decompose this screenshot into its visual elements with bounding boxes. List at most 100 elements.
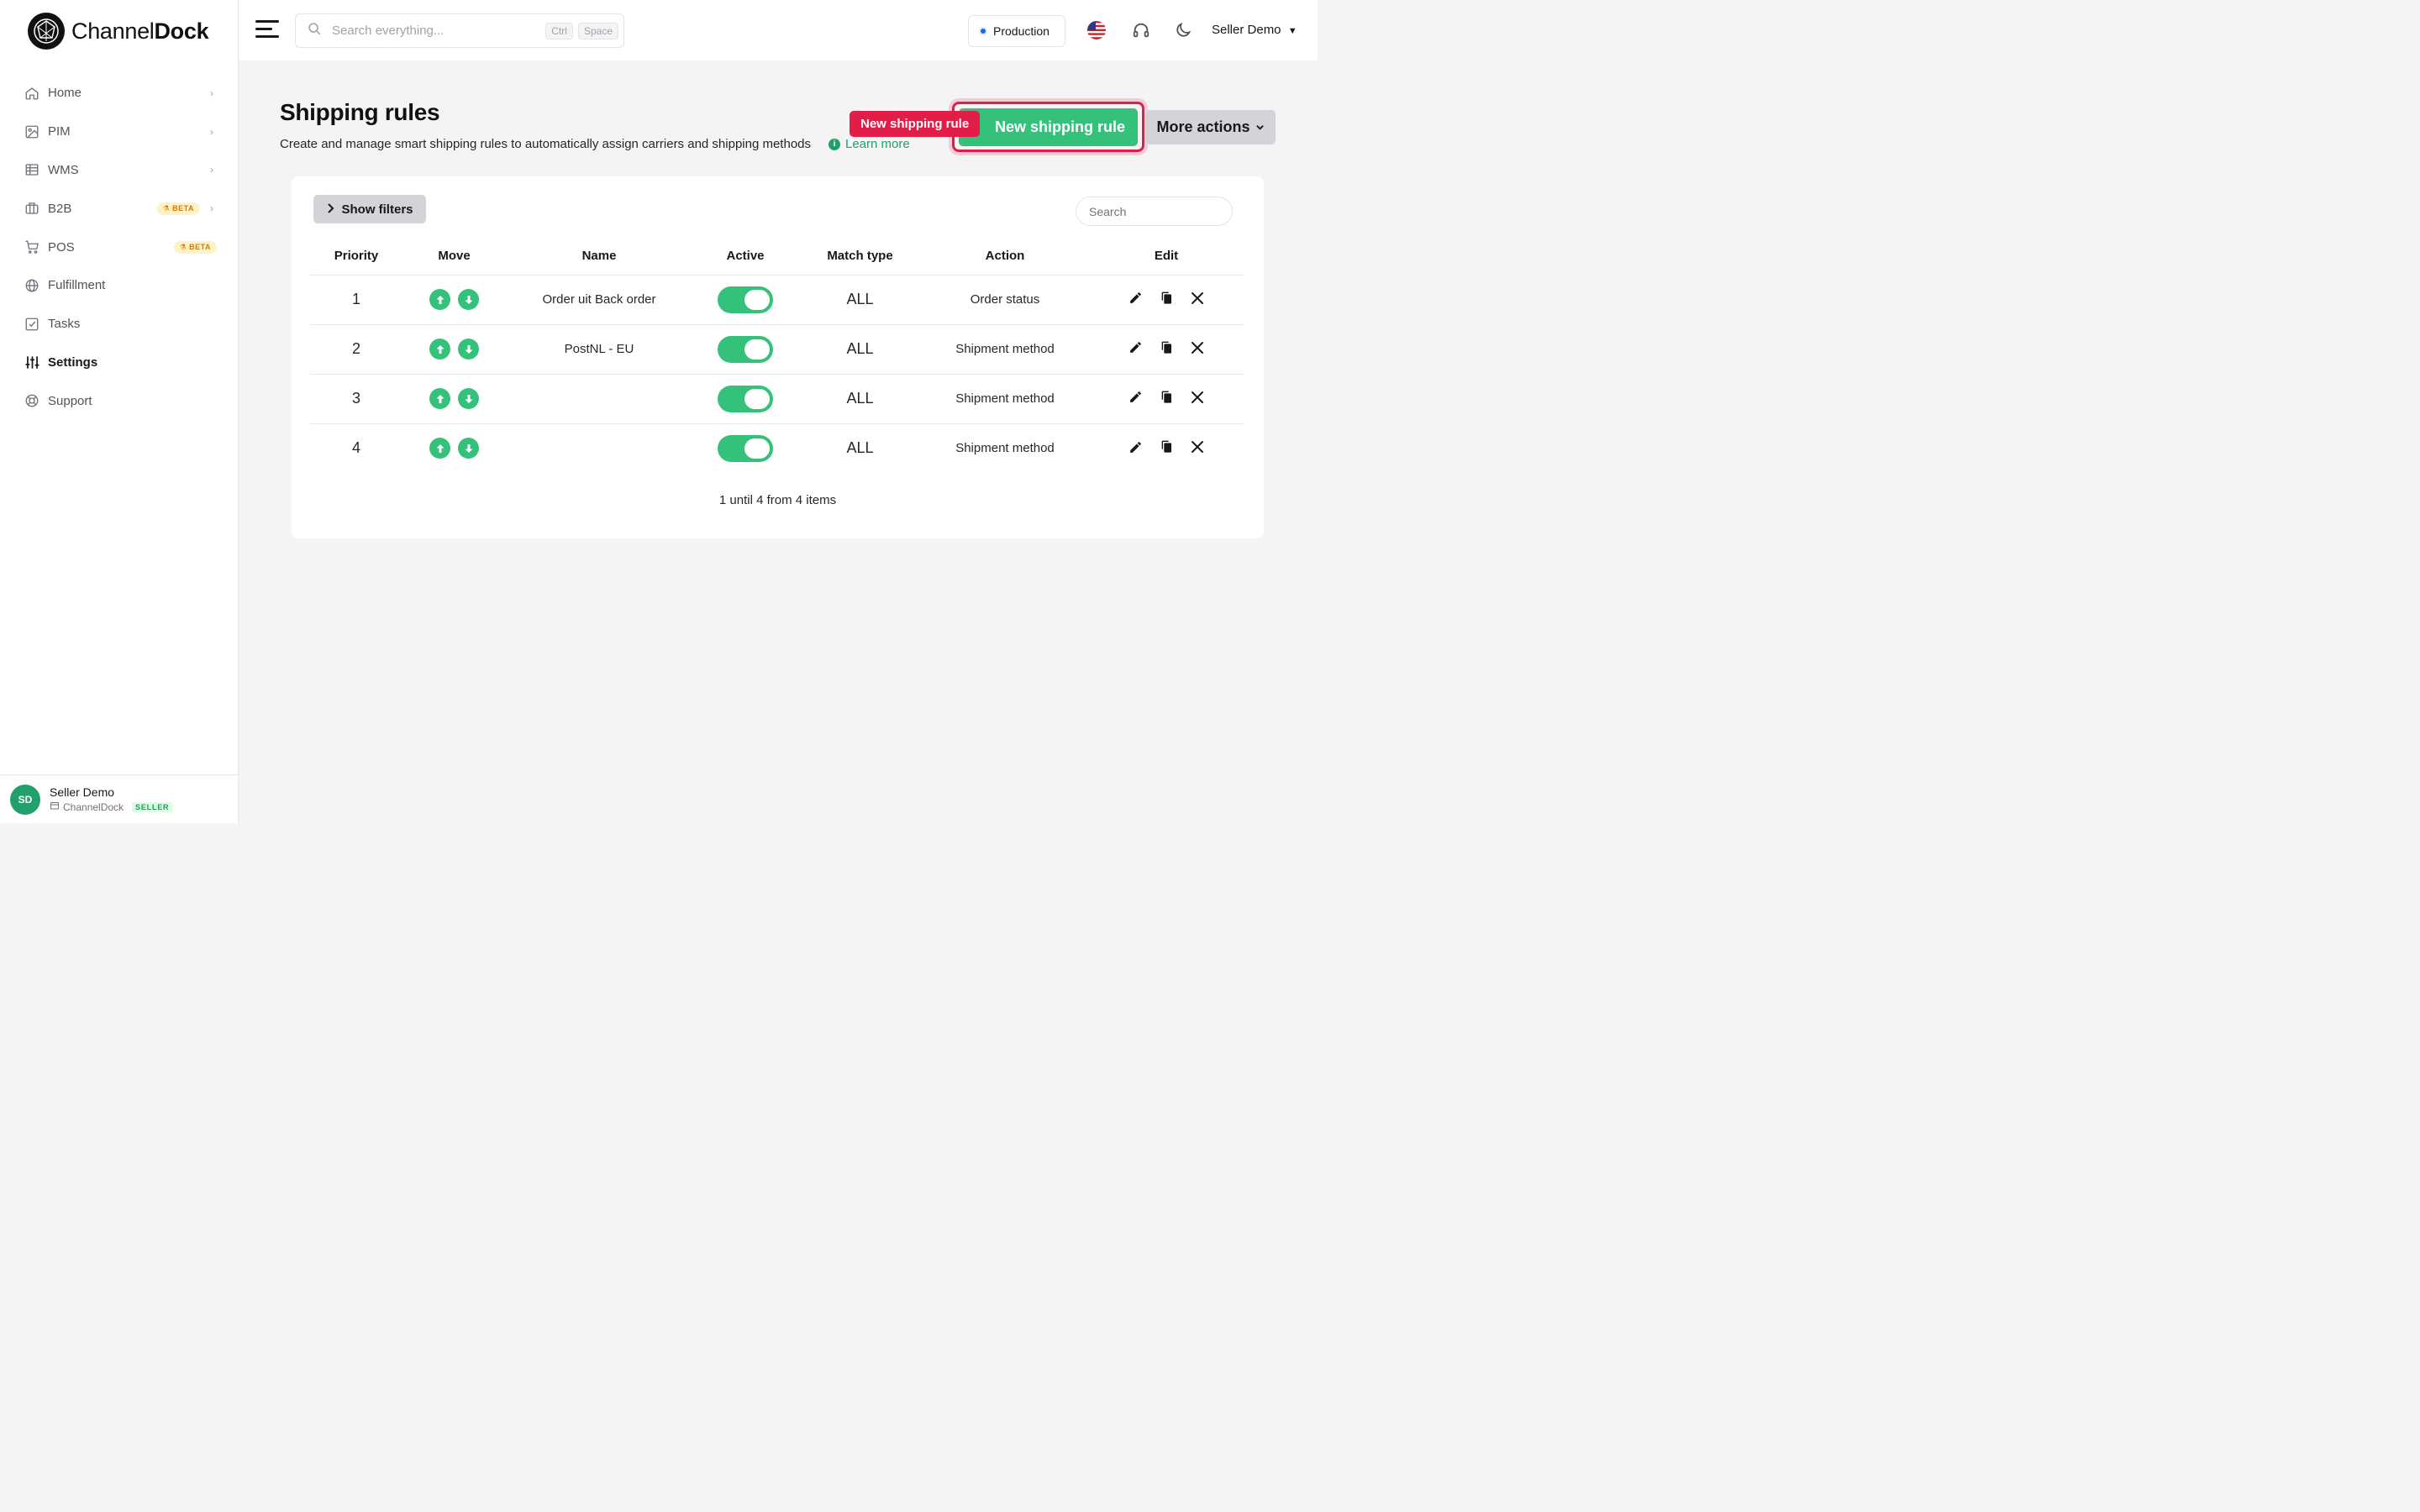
active-toggle[interactable] <box>718 286 773 313</box>
copy-icon[interactable] <box>1160 341 1173 354</box>
sidebar: ChannelDock Home › PIM › WMS › B2B ⚗ BET… <box>0 0 239 823</box>
sidebar-item-wms[interactable]: WMS › <box>0 151 239 190</box>
logo-text: ChannelDock <box>71 18 209 44</box>
table-search-input[interactable] <box>1076 197 1233 226</box>
learn-more-label: Learn more <box>845 137 910 151</box>
user-company: ChannelDock <box>63 801 124 813</box>
priority-cell: 2 <box>310 323 402 374</box>
table-row: 2 PostNL - EU ALL Shipment method <box>310 323 1244 374</box>
action-cell: Order status <box>922 274 1088 324</box>
building-icon <box>50 801 60 813</box>
edit-cell <box>1088 423 1244 473</box>
close-icon[interactable] <box>1190 340 1205 355</box>
move-up-arrow-icon[interactable] <box>429 388 450 409</box>
user-company-row: ChannelDock SELLER <box>50 801 173 813</box>
sidebar-item-label: Support <box>48 393 92 408</box>
pencil-icon[interactable] <box>1128 340 1143 354</box>
move-up-arrow-icon[interactable] <box>429 438 450 459</box>
sidebar-item-pim[interactable]: PIM › <box>0 113 239 151</box>
chevron-right-icon <box>326 202 334 217</box>
sidebar-item-label: Tasks <box>48 317 81 332</box>
dark-mode-moon-icon[interactable] <box>1174 21 1192 39</box>
sidebar-item-home[interactable]: Home › <box>0 74 239 113</box>
move-down-arrow-icon[interactable] <box>458 438 479 459</box>
chevron-down-icon: ▼ <box>1287 26 1297 36</box>
table-header-row: Priority Move Name Active Match type Act… <box>310 237 1244 275</box>
chevron-right-icon: › <box>210 125 213 138</box>
role-badge: SELLER <box>132 801 173 812</box>
name-cell: PostNL - EU <box>506 323 692 374</box>
show-filters-label: Show filters <box>341 202 413 217</box>
active-toggle[interactable] <box>718 335 773 363</box>
image-icon <box>24 123 40 140</box>
close-icon[interactable] <box>1190 439 1205 454</box>
pencil-icon[interactable] <box>1128 291 1143 305</box>
avatar: SD <box>10 784 40 815</box>
sidebar-item-label: WMS <box>48 162 79 177</box>
active-toggle[interactable] <box>718 434 773 462</box>
learn-more-link[interactable]: i Learn more <box>829 137 910 151</box>
move-down-arrow-icon[interactable] <box>458 339 479 360</box>
edit-cell <box>1088 274 1244 324</box>
sidebar-item-label: Home <box>48 86 82 101</box>
user-menu-dropdown[interactable]: Seller Demo ▼ <box>1212 23 1297 37</box>
search-icon <box>308 22 322 40</box>
copy-icon[interactable] <box>1160 291 1173 305</box>
show-filters-button[interactable]: Show filters <box>313 195 426 223</box>
priority-cell: 3 <box>310 373 402 423</box>
page-title: Shipping rules <box>280 99 440 125</box>
column-header-move: Move <box>438 248 471 263</box>
column-header-active[interactable]: Active <box>692 237 798 275</box>
move-up-arrow-icon[interactable] <box>429 339 450 360</box>
more-actions-button[interactable]: More actions <box>1145 110 1276 144</box>
column-header-match-type[interactable]: Match type <box>798 237 922 275</box>
name-cell <box>506 423 692 473</box>
checkbox-icon <box>24 316 40 333</box>
match-type-cell: ALL <box>798 323 922 374</box>
copy-icon[interactable] <box>1160 440 1173 454</box>
user-menu-label: Seller Demo <box>1212 23 1281 37</box>
edit-cell <box>1088 323 1244 374</box>
sidebar-user-profile[interactable]: SD Seller Demo ChannelDock SELLER <box>0 774 239 823</box>
copy-icon[interactable] <box>1160 391 1173 404</box>
move-down-arrow-icon[interactable] <box>458 388 479 409</box>
lifebuoy-icon <box>24 392 40 409</box>
sidebar-item-tasks[interactable]: Tasks <box>0 305 239 344</box>
global-search-input[interactable]: Search everything... Ctrl Space <box>295 13 624 48</box>
new-shipping-rule-button[interactable]: New shipping rule <box>959 108 1138 146</box>
close-icon[interactable] <box>1190 291 1205 306</box>
match-type-cell: ALL <box>798 373 922 423</box>
active-toggle[interactable] <box>718 385 773 412</box>
match-type-cell: ALL <box>798 423 922 473</box>
pencil-icon[interactable] <box>1128 390 1143 404</box>
shipping-rules-card: Show filters Priority Move Name Active M… <box>292 176 1264 538</box>
briefcase-icon <box>24 200 40 217</box>
sidebar-item-b2b[interactable]: B2B ⚗ BETA › <box>0 189 239 228</box>
close-icon[interactable] <box>1190 390 1205 405</box>
channeldock-logo[interactable]: ChannelDock <box>28 13 209 50</box>
us-flag-icon[interactable] <box>1087 21 1106 39</box>
sidebar-item-fulfillment[interactable]: Fulfillment <box>0 266 239 305</box>
move-up-arrow-icon[interactable] <box>429 289 450 310</box>
sidebar-item-label: B2B <box>48 201 72 216</box>
sidebar-item-pos[interactable]: POS ⚗ BETA <box>0 228 239 266</box>
column-header-name[interactable]: Name <box>506 237 692 275</box>
chevron-right-icon: › <box>210 164 213 176</box>
shortcut-key-ctrl: Ctrl <box>545 22 573 39</box>
column-header-priority[interactable]: Priority <box>310 237 402 275</box>
sidebar-item-support[interactable]: Support <box>0 381 239 420</box>
tutorial-callout: New shipping rule <box>850 111 981 137</box>
chevron-down-icon <box>1255 118 1265 136</box>
edit-cell <box>1088 373 1244 423</box>
menu-toggle-icon[interactable] <box>255 20 279 40</box>
environment-switcher[interactable]: Production <box>968 15 1065 47</box>
sidebar-nav: Home › PIM › WMS › B2B ⚗ BETA › POS ⚗ BE… <box>0 74 239 420</box>
headset-icon[interactable] <box>1132 21 1150 39</box>
move-down-arrow-icon[interactable] <box>458 289 479 310</box>
environment-label: Production <box>993 24 1050 38</box>
move-cell <box>402 274 506 324</box>
pencil-icon[interactable] <box>1128 440 1143 454</box>
column-header-action[interactable]: Action <box>922 237 1088 275</box>
sidebar-item-settings[interactable]: Settings <box>0 344 239 382</box>
active-cell <box>692 373 798 423</box>
